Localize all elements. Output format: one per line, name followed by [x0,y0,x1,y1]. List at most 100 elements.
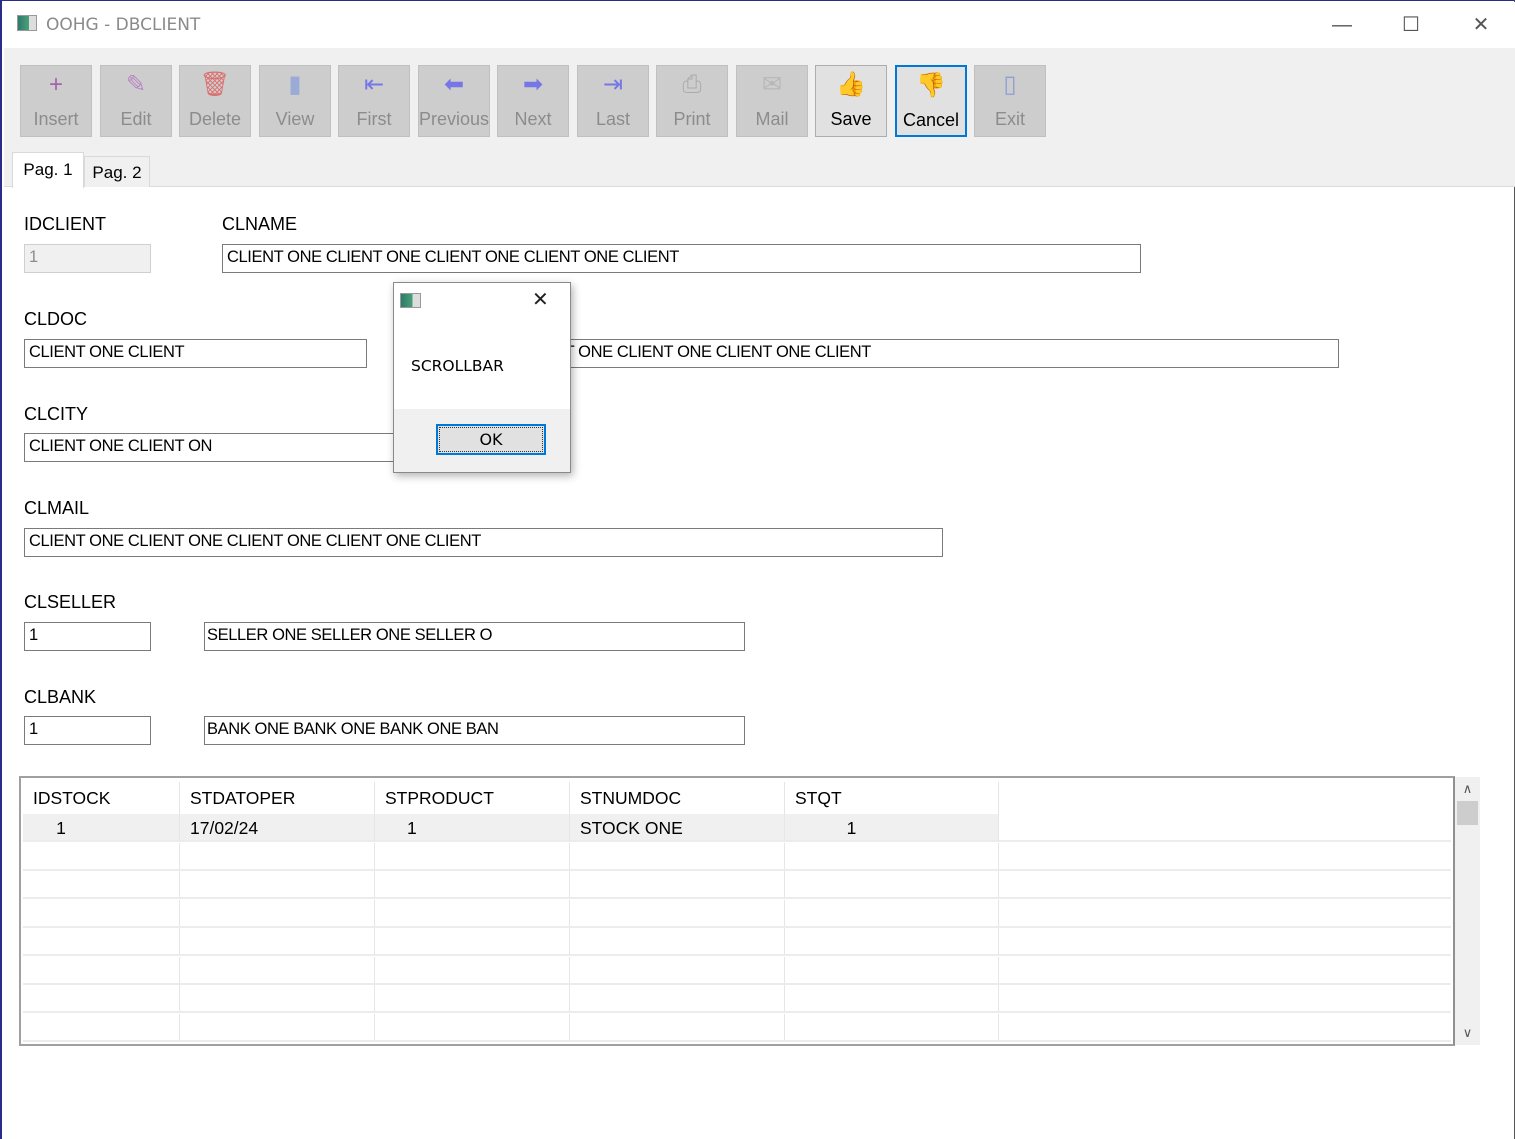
scroll-down-icon[interactable]: ∨ [1455,1025,1480,1041]
table-cell[interactable] [375,871,570,897]
table-row[interactable] [23,985,1451,1013]
table-cell[interactable] [180,899,375,926]
table-cell[interactable]: 17/02/24 [180,814,375,840]
table-cell[interactable] [570,1013,785,1040]
save-button[interactable]: 👍 Save [815,65,887,137]
table-cell[interactable]: 1 [23,814,180,840]
table-cell[interactable] [570,842,785,869]
tab-pag-1[interactable]: Pag. 1 [12,152,84,188]
column-header-stqt[interactable]: STQT [785,782,999,816]
column-header-stproduct[interactable]: STPRODUCT [375,782,570,816]
table-cell[interactable] [999,900,1453,926]
table-cell[interactable] [375,899,570,926]
table-cell[interactable]: 1 [375,814,570,840]
maximize-button[interactable]: ☐ [1391,10,1431,40]
table-cell[interactable] [375,1013,570,1040]
idclient-input[interactable]: 1 [24,244,151,273]
table-cell[interactable] [785,956,999,983]
table-cell[interactable] [570,928,785,954]
table-cell[interactable] [180,928,375,954]
table-cell[interactable] [570,985,785,1011]
table-cell[interactable] [23,842,180,869]
clseller-input[interactable]: 1 [24,622,151,651]
scroll-up-icon[interactable]: ∧ [1455,781,1480,797]
table-cell[interactable]: STOCK ONE [570,814,785,840]
table-cell[interactable] [999,871,1453,897]
clbank-input[interactable]: 1 [24,716,151,745]
table-cell[interactable] [180,1013,375,1040]
table-cell[interactable] [23,1013,180,1040]
delete-button[interactable]: 🗑 Delete [179,65,251,137]
table-row[interactable] [23,871,1451,899]
table-cell[interactable] [23,871,180,897]
table-cell[interactable] [570,871,785,897]
previous-button[interactable]: ⬅ Previous [418,65,490,137]
column-header-stnumdoc[interactable]: STNUMDOC [570,782,785,816]
table-cell[interactable] [999,957,1453,983]
table-row[interactable] [23,956,1451,985]
table-cell[interactable] [999,985,1453,1011]
title-bar[interactable]: OOHG - DBCLIENT — ☐ ✕ [4,2,1515,48]
close-button[interactable]: ✕ [1461,10,1501,40]
vertical-scrollbar[interactable]: ∧ ∨ [1455,777,1480,1045]
mail-button[interactable]: ✉ Mail [736,65,808,137]
clname-label: CLNAME [222,214,298,234]
table-cell[interactable] [375,928,570,954]
table-cell[interactable] [570,956,785,983]
table-row[interactable]: 1 17/02/24 1 STOCK ONE 1 [23,814,1451,842]
table-cell[interactable] [23,928,180,954]
column-header-stdatoper[interactable]: STDATOPER [180,782,375,816]
insert-button[interactable]: + Insert [20,65,92,137]
ok-button[interactable]: OK [436,424,546,455]
print-button[interactable]: ⎙ Print [656,65,728,137]
exit-button[interactable]: ▯ Exit [974,65,1046,137]
stock-grid[interactable]: IDSTOCK STDATOPER STPRODUCT STNUMDOC STQT 1 17… [19,776,1455,1046]
table-cell[interactable] [785,928,999,954]
table-cell[interactable] [23,985,180,1011]
view-button[interactable]: ▮ View [259,65,331,137]
table-cell[interactable] [375,956,570,983]
table-row[interactable] [23,928,1451,956]
table-cell[interactable] [999,928,1453,954]
table-cell[interactable] [180,842,375,869]
table-cell[interactable] [785,871,999,897]
table-cell[interactable] [180,871,375,897]
next-button[interactable]: ➡ Next [497,65,569,137]
cldoc-input[interactable]: CLIENT ONE CLIENT [24,339,367,368]
table-row[interactable] [23,1013,1451,1042]
minimize-button[interactable]: — [1322,10,1362,40]
tab-pag-2[interactable]: Pag. 2 [84,156,150,187]
cancel-button[interactable]: 👎 Cancel [895,65,967,137]
table-cell[interactable] [785,899,999,926]
clmail-input[interactable]: CLIENT ONE CLIENT ONE CLIENT ONE CLIENT … [24,528,943,557]
dialog-close-button[interactable]: ✕ [532,287,549,312]
table-cell[interactable] [999,1014,1453,1040]
table-row[interactable] [23,899,1451,928]
last-button[interactable]: ⇥ Last [577,65,649,137]
cancel-icon: 👎 [916,72,946,99]
table-cell[interactable]: 1 [785,814,999,840]
clname-input[interactable]: CLIENT ONE CLIENT ONE CLIENT ONE CLIENT … [222,244,1141,273]
table-cell[interactable] [570,899,785,926]
table-row[interactable] [23,842,1451,871]
table-cell[interactable] [375,842,570,869]
table-cell[interactable] [785,985,999,1011]
table-cell[interactable] [375,985,570,1011]
save-label: Save [830,109,872,129]
cldoc-secondary-input[interactable]: CLIENT ONE CLIENT ONE CLIENT ONE CLIENT [513,339,1339,368]
clseller-name-input[interactable]: SELLER ONE SELLER ONE SELLER O [204,622,745,651]
table-cell[interactable] [180,985,375,1011]
column-header-idstock[interactable]: IDSTOCK [23,782,180,816]
table-cell[interactable] [180,956,375,983]
table-cell[interactable] [999,843,1453,869]
clbank-name-input[interactable]: BANK ONE BANK ONE BANK ONE BAN [204,716,745,745]
clcity-input[interactable]: CLIENT ONE CLIENT ON [24,433,424,462]
first-button[interactable]: ⇤ First [338,65,410,137]
table-cell[interactable] [785,1013,999,1040]
edit-button[interactable]: ✎ Edit [100,65,172,137]
table-cell[interactable] [23,956,180,983]
table-cell[interactable] [23,899,180,926]
scroll-thumb[interactable] [1457,801,1478,825]
table-cell[interactable] [785,842,999,869]
table-cell[interactable] [999,814,1453,840]
